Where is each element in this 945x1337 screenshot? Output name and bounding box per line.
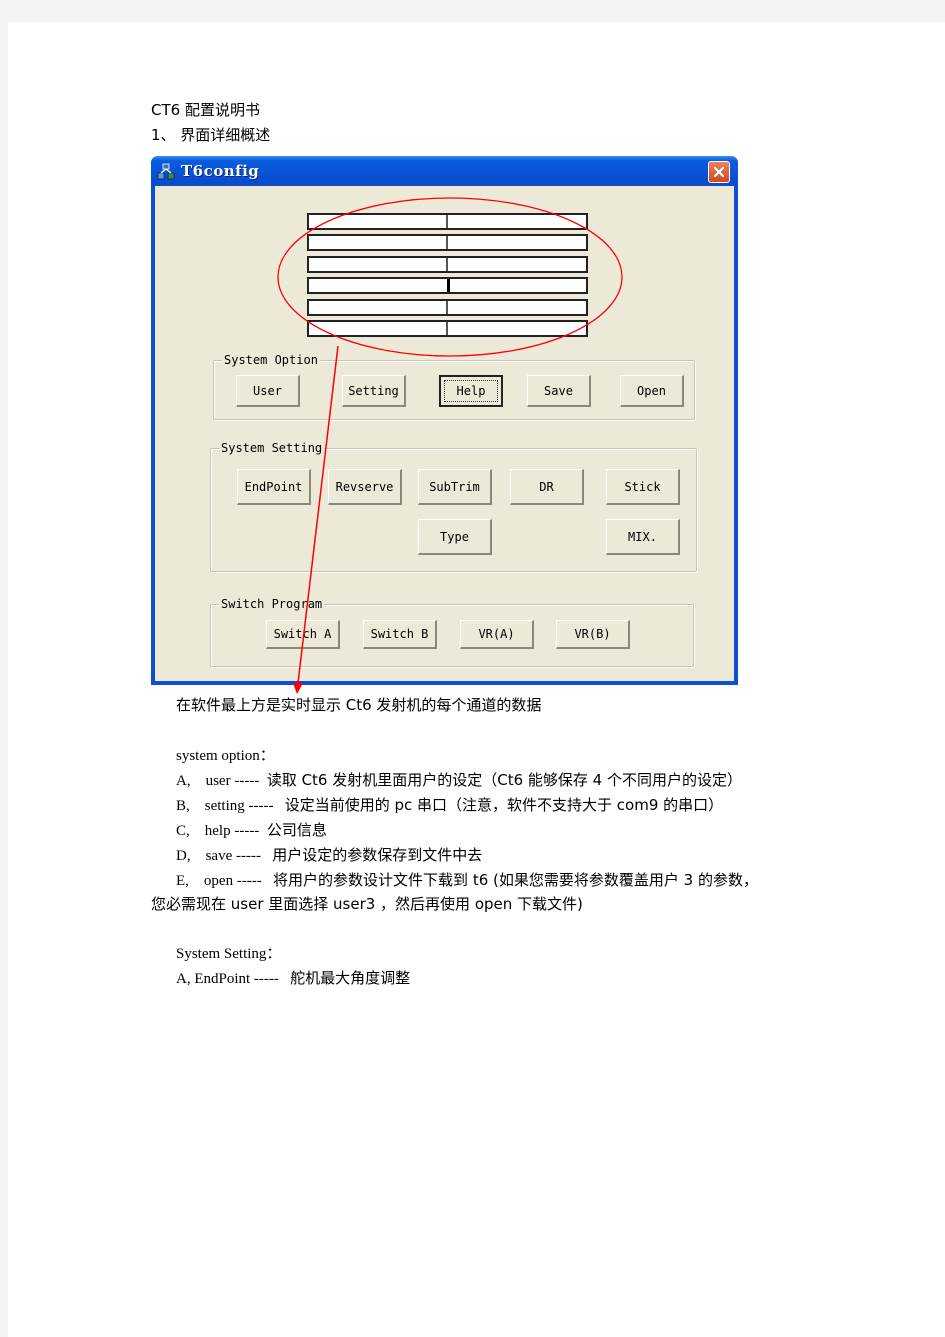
mix-button-label: MIX. <box>628 529 657 544</box>
open-button-label: Open <box>637 383 666 398</box>
save-button-label: Save <box>544 383 573 398</box>
option-key: B, setting ----- <box>176 798 274 814</box>
option-item-user: A, user ----- 读取 Ct6 发射机里面用户的设定（Ct6 能够保存… <box>176 770 742 791</box>
stick-button-label: Stick <box>624 479 661 494</box>
vr-b-button-label: VR(B) <box>574 627 611 641</box>
switch-a-button-label: Switch A <box>273 627 332 641</box>
channel-divider <box>446 322 448 335</box>
option-key: A, user ----- <box>176 773 260 789</box>
switch-program-label: Switch Program <box>219 596 325 612</box>
option-key: D, save ----- <box>176 848 261 864</box>
vr-b-button[interactable]: VR(B) <box>556 620 630 649</box>
revserve-button-label: Revserve <box>335 479 394 494</box>
switch-program-group: Switch Program Switch A Switch B VR(A) V… <box>210 596 694 667</box>
option-item-open: E, open ----- 将用户的参数设计文件下载到 t6 (如果您需要将参数… <box>176 870 758 891</box>
option-desc: 设定当前使用的 pc 串口（注意，软件不支持大于 com9 的串口） <box>284 796 724 814</box>
switch-b-button[interactable]: Switch B <box>363 620 437 649</box>
system-setting-label: System Setting <box>219 440 325 456</box>
type-button[interactable]: Type <box>418 519 492 555</box>
option-item-save: D, save ----- 用户设定的参数保存到文件中去 <box>176 845 482 866</box>
subtrim-button-label: SubTrim <box>429 479 480 494</box>
dr-button[interactable]: DR <box>510 469 584 505</box>
channel-row <box>307 234 588 251</box>
endpoint-button[interactable]: EndPoint <box>237 469 311 505</box>
subtrim-button[interactable]: SubTrim <box>418 469 492 505</box>
option-item-open-continuation: 您必需现在 user 里面选择 user3 ，然后再使用 open 下载文件) <box>151 894 583 915</box>
switch-b-button-label: Switch B <box>370 627 429 641</box>
endpoint-button-label: EndPoint <box>244 479 303 494</box>
option-desc: 读取 Ct6 发射机里面用户的设定（Ct6 能够保存 4 个不同用户的设定） <box>266 771 742 789</box>
dr-button-label: DR <box>539 479 554 494</box>
system-setting-heading: System Setting： <box>176 944 281 964</box>
channel-divider <box>446 215 448 228</box>
system-option-group: System Option User Setting Help Save Ope… <box>213 352 695 420</box>
user-button-label: User <box>253 383 282 398</box>
option-item-help: C, help ----- 公司信息 <box>176 820 327 841</box>
section-heading-text: 1、 界面详细概述 <box>151 126 271 144</box>
window-title: T6config <box>181 162 260 180</box>
system-option-heading: system option： <box>176 746 275 766</box>
channel-divider <box>446 301 448 314</box>
revserve-button[interactable]: Revserve <box>328 469 402 505</box>
window-titlebar[interactable]: T6config <box>151 156 738 186</box>
channel-row <box>307 213 588 230</box>
doc-title: CT6 配置说明书 <box>151 100 260 121</box>
system-option-label: System Option <box>222 352 320 368</box>
setting-button-label: Setting <box>348 383 399 398</box>
caption-text: 在软件最上方是实时显示 Ct6 发射机的每个通道的数据 <box>176 696 542 714</box>
system-setting-group: System Setting EndPoint Revserve SubTrim… <box>210 440 697 572</box>
channel-row <box>307 299 588 316</box>
option-desc: 公司信息 <box>266 821 327 839</box>
setting-key: A, EndPoint ----- <box>176 971 279 987</box>
t6config-window: T6config System Option User Setting Help… <box>151 156 738 685</box>
option-desc: 将用户的参数设计文件下载到 t6 (如果您需要将参数覆盖用户 3 的参数， <box>273 871 758 889</box>
channel-divider <box>446 258 448 271</box>
caption: 在软件最上方是实时显示 Ct6 发射机的每个通道的数据 <box>176 695 541 716</box>
setting-button[interactable]: Setting <box>342 375 406 407</box>
system-option-heading-text: system option： <box>176 748 275 764</box>
channel-row <box>307 256 588 273</box>
option-desc: 用户设定的参数保存到文件中去 <box>272 846 483 864</box>
system-setting-heading-text: System Setting： <box>176 946 282 962</box>
open-button[interactable]: Open <box>620 375 684 407</box>
help-button[interactable]: Help <box>439 375 503 407</box>
option-item-setting: B, setting ----- 设定当前使用的 pc 串口（注意，软件不支持大… <box>176 795 723 816</box>
user-button[interactable]: User <box>236 375 300 407</box>
channel-bar-indicator <box>447 279 450 292</box>
focus-rect <box>444 380 498 402</box>
type-button-label: Type <box>440 529 469 544</box>
stick-button[interactable]: Stick <box>606 469 680 505</box>
close-button[interactable] <box>708 161 730 183</box>
vr-a-button[interactable]: VR(A) <box>460 620 534 649</box>
mix-button[interactable]: MIX. <box>606 519 680 555</box>
channel-row <box>307 320 588 337</box>
doc-title-text: CT6 配置说明书 <box>151 101 260 119</box>
switch-a-button[interactable]: Switch A <box>266 620 340 649</box>
section-heading: 1、 界面详细概述 <box>151 125 270 146</box>
save-button[interactable]: Save <box>527 375 591 407</box>
option-key: C, help ----- <box>176 823 260 839</box>
setting-desc: 舵机最大角度调整 <box>290 969 411 987</box>
window-client-area: System Option User Setting Help Save Ope… <box>155 186 734 681</box>
setting-item-endpoint: A, EndPoint ----- 舵机最大角度调整 <box>176 968 410 989</box>
option-key: E, open ----- <box>176 873 262 889</box>
app-network-icon <box>157 163 175 180</box>
vr-a-button-label: VR(A) <box>478 627 515 641</box>
channel-row <box>307 277 588 294</box>
continuation-text: 您必需现在 user 里面选择 user3 ，然后再使用 open 下载文件) <box>151 895 583 913</box>
channel-divider <box>446 236 448 249</box>
close-icon <box>713 166 725 178</box>
